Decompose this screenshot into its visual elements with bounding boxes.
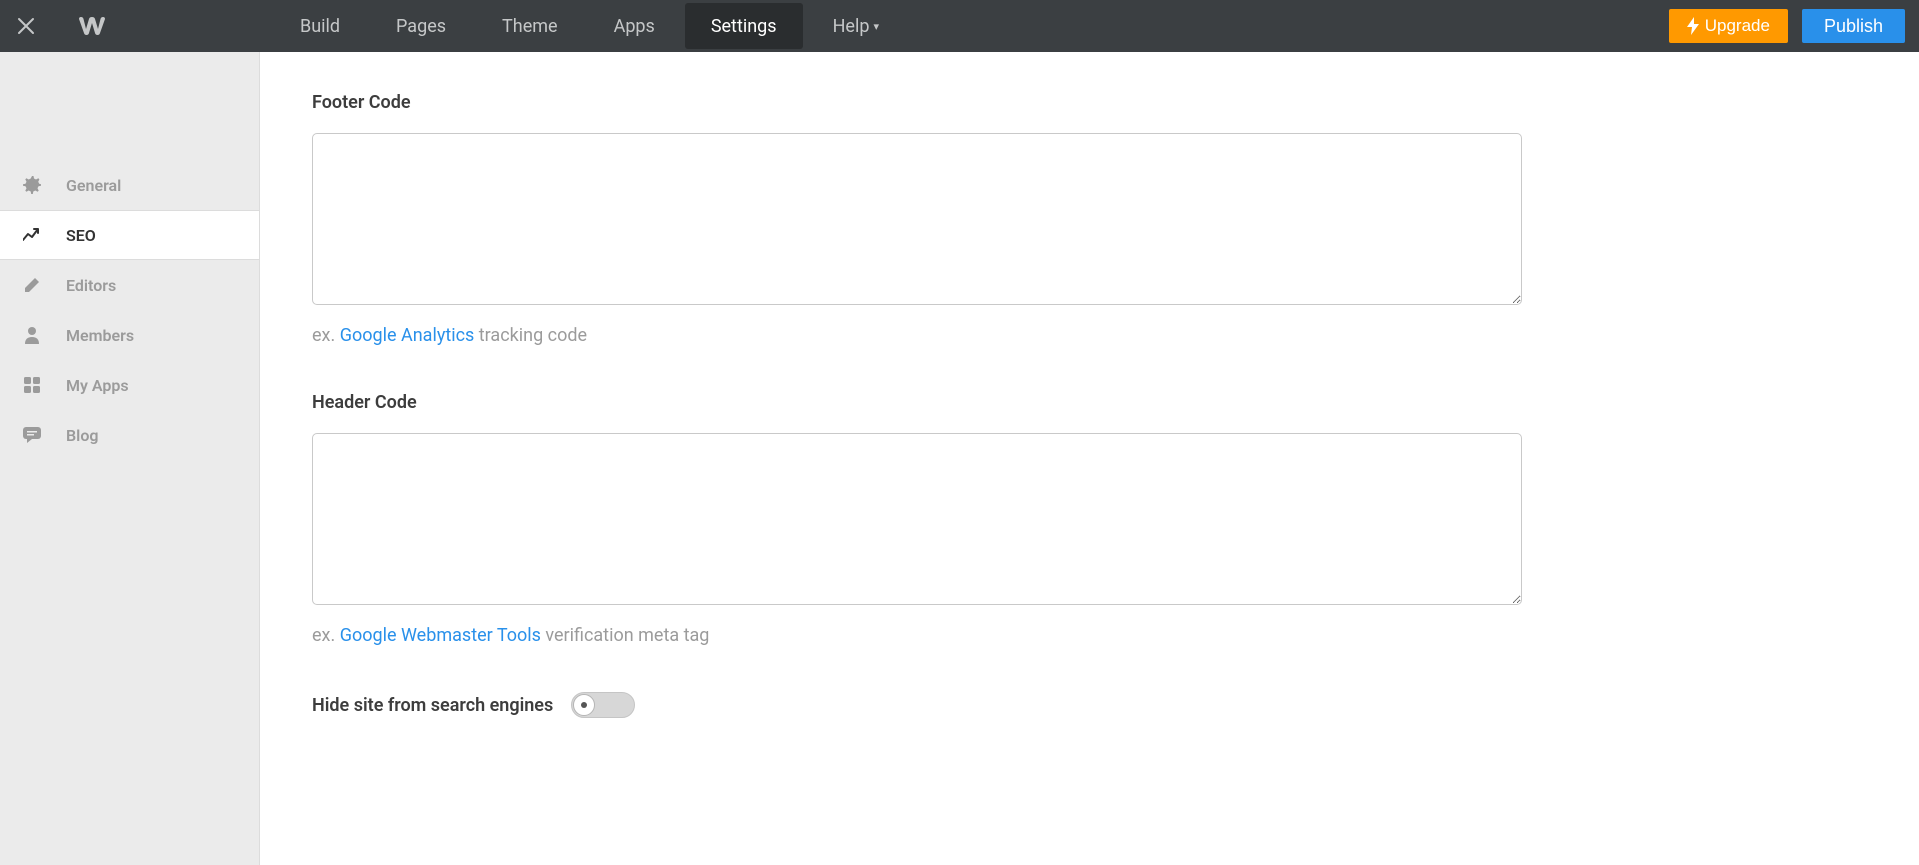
- publish-button[interactable]: Publish: [1802, 9, 1905, 43]
- nav-apps[interactable]: Apps: [588, 3, 681, 49]
- header-code-hint: ex. Google Webmaster Tools verification …: [312, 625, 1522, 646]
- nav-label: Build: [300, 16, 340, 37]
- sidebar-item-label: SEO: [66, 226, 96, 245]
- content: Footer Code ex. Google Analytics trackin…: [260, 52, 1919, 865]
- nav-theme[interactable]: Theme: [476, 3, 584, 49]
- gear-icon: [22, 175, 42, 195]
- footer-code-label: Footer Code: [312, 92, 1522, 113]
- google-webmaster-link[interactable]: Google Webmaster Tools: [340, 625, 541, 646]
- lightning-icon: [1687, 17, 1699, 35]
- nav-items: Build Pages Theme Apps Settings Help▾: [272, 0, 907, 52]
- topbar-left: [0, 0, 132, 52]
- nav-label: Apps: [614, 16, 655, 37]
- hint-prefix: ex.: [312, 325, 340, 346]
- toggle-knob: [573, 694, 595, 716]
- nav-label: Pages: [396, 16, 446, 37]
- layout: General SEO Editors Members My Apps: [0, 52, 1919, 865]
- close-button[interactable]: [0, 0, 52, 52]
- hint-suffix: tracking code: [474, 325, 587, 346]
- topbar-right: Upgrade Publish: [1669, 9, 1919, 43]
- hide-site-label: Hide site from search engines: [312, 695, 553, 716]
- hint-prefix: ex.: [312, 625, 340, 646]
- header-code-group: Header Code ex. Google Webmaster Tools v…: [312, 392, 1522, 646]
- nav-build[interactable]: Build: [274, 3, 366, 49]
- weebly-logo-icon: [77, 15, 107, 37]
- trend-icon: [22, 225, 42, 245]
- sidebar-item-label: General: [66, 176, 121, 195]
- upgrade-button[interactable]: Upgrade: [1669, 9, 1788, 43]
- google-analytics-link[interactable]: Google Analytics: [340, 325, 475, 346]
- sidebar-item-seo[interactable]: SEO: [0, 210, 259, 260]
- footer-code-hint: ex. Google Analytics tracking code: [312, 325, 1522, 346]
- chevron-down-icon: ▾: [873, 20, 879, 33]
- nav-label: Help: [833, 16, 870, 37]
- hide-site-toggle[interactable]: [571, 692, 635, 718]
- sidebar-item-label: Blog: [66, 426, 98, 445]
- pencil-icon: [22, 275, 42, 295]
- settings-sidebar: General SEO Editors Members My Apps: [0, 52, 260, 865]
- weebly-logo[interactable]: [52, 15, 132, 37]
- nav-label: Theme: [502, 16, 558, 37]
- header-code-label: Header Code: [312, 392, 1522, 413]
- sidebar-item-editors[interactable]: Editors: [0, 260, 259, 310]
- publish-label: Publish: [1824, 16, 1883, 36]
- nav-label: Settings: [711, 16, 777, 37]
- nav-pages[interactable]: Pages: [370, 3, 472, 49]
- grid-icon: [22, 375, 42, 395]
- sidebar-item-label: Members: [66, 326, 134, 345]
- upgrade-label: Upgrade: [1705, 16, 1770, 36]
- top-navbar: Build Pages Theme Apps Settings Help▾ Up…: [0, 0, 1919, 52]
- close-icon: [17, 17, 35, 35]
- header-code-textarea[interactable]: [312, 433, 1522, 605]
- sidebar-item-general[interactable]: General: [0, 160, 259, 210]
- sidebar-item-label: My Apps: [66, 376, 129, 395]
- sidebar-item-members[interactable]: Members: [0, 310, 259, 360]
- nav-settings[interactable]: Settings: [685, 3, 803, 49]
- sidebar-item-myapps[interactable]: My Apps: [0, 360, 259, 410]
- sidebar-item-blog[interactable]: Blog: [0, 410, 259, 460]
- footer-code-group: Footer Code ex. Google Analytics trackin…: [312, 92, 1522, 346]
- hide-site-row: Hide site from search engines: [312, 692, 1522, 718]
- nav-help[interactable]: Help▾: [807, 3, 905, 49]
- content-inner: Footer Code ex. Google Analytics trackin…: [312, 92, 1522, 718]
- sidebar-item-label: Editors: [66, 276, 116, 295]
- chat-icon: [22, 425, 42, 445]
- footer-code-textarea[interactable]: [312, 133, 1522, 305]
- hint-suffix: verification meta tag: [541, 625, 709, 646]
- person-icon: [22, 325, 42, 345]
